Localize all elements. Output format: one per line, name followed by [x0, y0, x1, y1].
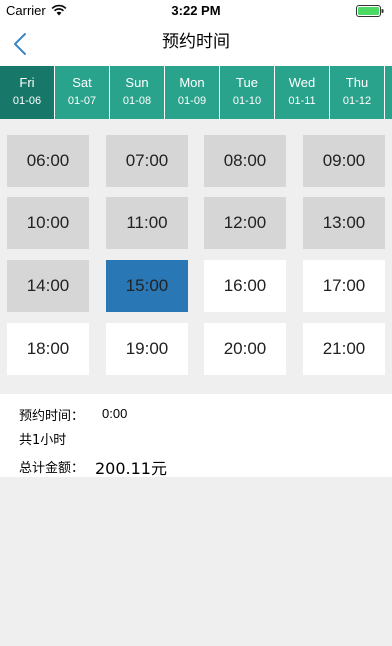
total-amount-value: 200.11元: [95, 459, 167, 478]
booking-summary: 预约时间： 0:00 共1小时 总计金额： 200.11元: [0, 394, 392, 478]
time-slot-1900[interactable]: 19:00: [106, 323, 188, 375]
nav-bar: 预约时间: [0, 22, 392, 66]
day-date: 01-07: [67, 95, 97, 107]
time-slot-1700[interactable]: 17:00: [303, 260, 385, 312]
day-date: 01-08: [122, 95, 152, 107]
day-tabs: Fri 01-06 Sat 01-07 Sun 01-08 Mon 01-09 Tue 01-10…: [0, 66, 392, 119]
time-slot-1100[interactable]: 11:00: [106, 197, 188, 249]
tab-day-sat[interactable]: Sat 01-07: [55, 66, 110, 119]
time-slot-1300[interactable]: 13:00: [303, 197, 385, 249]
day-name: Fri: [19, 75, 35, 90]
status-time: 3:22 PM: [171, 3, 221, 18]
day-name: Thu: [345, 75, 369, 90]
time-slot-0600[interactable]: 06:00: [7, 135, 89, 187]
day-name: Mon: [179, 75, 205, 90]
tab-day-wed[interactable]: Wed 01-11: [275, 66, 330, 119]
day-name: Wed: [288, 75, 316, 90]
time-slot-1400[interactable]: 14:00: [7, 260, 89, 312]
tab-day-tue[interactable]: Tue 01-10: [220, 66, 275, 119]
total-amount-label: 总计金额：: [19, 461, 85, 476]
time-slot-0700[interactable]: 07:00: [106, 135, 188, 187]
battery-icon: [356, 5, 384, 17]
status-bar: Carrier 3:22 PM: [0, 0, 392, 22]
day-date: 01-09: [177, 95, 207, 107]
time-slot-1600[interactable]: 16:00: [204, 260, 286, 312]
time-slot-0900[interactable]: 09:00: [303, 135, 385, 187]
tab-day-fri[interactable]: Fri 01-06: [0, 66, 55, 119]
day-date: 01-12: [342, 95, 372, 107]
day-date: 01-11: [288, 95, 316, 107]
tab-day-thu[interactable]: Thu 01-12: [330, 66, 385, 119]
page-title: 预约时间: [162, 32, 230, 52]
time-slot-1200[interactable]: 12:00: [204, 197, 286, 249]
day-name: Tue: [236, 75, 258, 90]
duration-text: 共1小时: [19, 433, 67, 448]
time-slot-2100[interactable]: 21:00: [303, 323, 385, 375]
booking-time-label: 预约时间：: [19, 409, 85, 424]
tab-day-mon[interactable]: Mon 01-09: [165, 66, 220, 119]
time-slot-grid: 06:00 07:00 08:00 09:00 10:00 11:00 12:00 13:00…: [0, 119, 392, 393]
time-slot-1800[interactable]: 18:00: [7, 323, 89, 375]
tab-day-sun[interactable]: Sun 01-08: [110, 66, 165, 119]
time-slot-2000[interactable]: 20:00: [204, 323, 286, 375]
time-slot-0800[interactable]: 08:00: [204, 135, 286, 187]
time-slot-1000[interactable]: 10:00: [7, 197, 89, 249]
day-name: Sat: [72, 75, 92, 90]
day-name: Sun: [125, 75, 149, 90]
day-date: 01-06: [12, 95, 42, 107]
booking-time-value: 0:00: [102, 406, 128, 421]
day-date: 01-10: [232, 95, 262, 107]
time-slot-1500[interactable]: 15:00: [106, 260, 188, 312]
